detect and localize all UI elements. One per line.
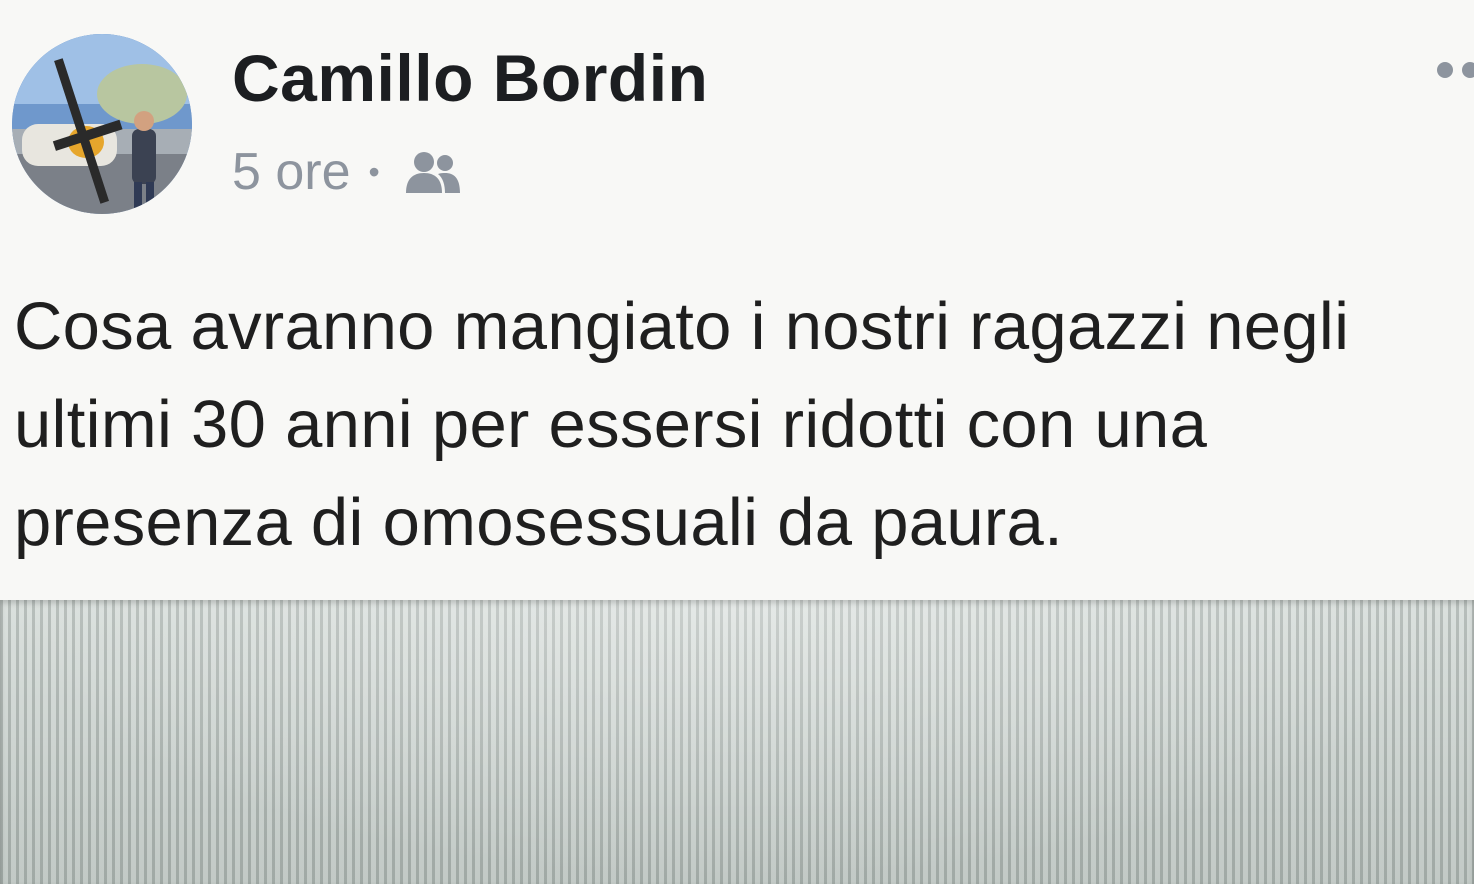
more-options-icon[interactable] [1434,58,1474,82]
author-name[interactable]: Camillo Bordin [232,40,708,116]
post-text-line: ultimi 30 anni per essersi ridotti con u… [14,387,1208,462]
post-meta: 5 ore • [232,140,462,204]
meta-separator: • [368,154,380,190]
post-image[interactable] [0,600,1474,884]
post-text: Cosa avranno mangiato i nostri ragazzi n… [14,278,1464,572]
post-text-line: Cosa avranno mangiato i nostri ragazzi n… [14,289,1350,364]
post-timestamp[interactable]: 5 ore [232,140,351,204]
author-avatar[interactable] [12,34,192,214]
friends-icon-graphic [405,152,460,193]
friends-icon[interactable] [404,149,462,195]
more-dots [1437,62,1474,78]
post-header: Camillo Bordin 5 ore • Cosa avranno mang… [0,0,1474,600]
avatar-photo [12,34,192,214]
post-text-line: presenza di omosessuali da paura. [14,485,1064,560]
